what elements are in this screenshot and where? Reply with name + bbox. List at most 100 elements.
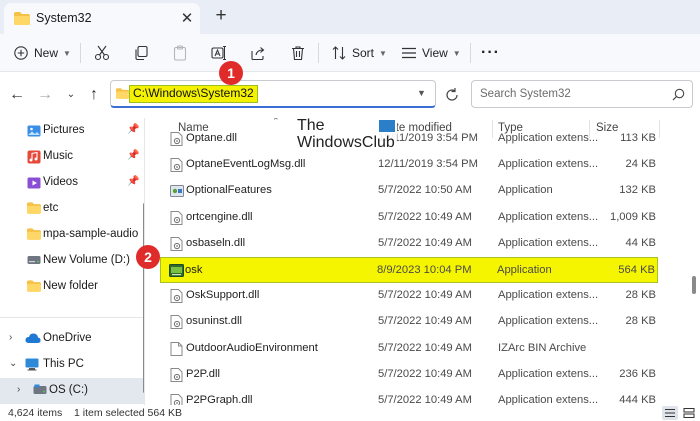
new-button-label: New (34, 46, 59, 60)
file-type: Application extens... (498, 315, 599, 328)
pin-icon: 📌 (127, 150, 140, 161)
sidebar-item-mpa-sample-audio[interactable]: mpa-sample-audio (0, 222, 144, 248)
table-row[interactable]: Optane.dll 12/11/2019 3:54 PM Application … (162, 126, 658, 152)
chevron-right-icon[interactable]: › (17, 384, 20, 395)
pictures-icon (27, 124, 41, 138)
sidebar-divider (0, 317, 144, 318)
dll-icon (170, 394, 183, 405)
tab-title: System32 (36, 11, 92, 25)
tiles-view-button[interactable] (681, 406, 697, 420)
table-row[interactable]: OptionalFeatures 5/7/2022 10:50 AM Applica… (162, 178, 658, 204)
sidebar-item-new-folder[interactable]: New folder (0, 274, 144, 300)
close-tab-icon[interactable]: ✕ (179, 9, 195, 27)
sort-icon (332, 46, 346, 60)
details-view-button[interactable] (662, 406, 678, 420)
table-row[interactable]: P2PGraph.dll 5/7/2022 10:49 AM Application… (162, 388, 658, 405)
table-row[interactable]: OutdoorAudioEnvironment 5/7/2022 10:49 AM… (162, 336, 658, 362)
file-size: 236 KB (619, 367, 656, 380)
table-row[interactable]: osuninst.dll 5/7/2022 10:49 AM Application… (162, 309, 658, 335)
sidebar-item-os-c[interactable]: › OS (C:) (0, 378, 144, 404)
file-explorer-window: System32 ✕ + New ▼ Sort ▼ View ▼ ··· ← →… (0, 0, 700, 421)
file-list-scrollbar[interactable] (692, 276, 696, 294)
sidebar-item-etc[interactable]: etc (0, 196, 144, 222)
keyboard-icon (169, 264, 184, 278)
app-icon (170, 184, 184, 198)
delete-button[interactable] (290, 34, 306, 72)
table-row-selected[interactable]: osk 8/9/2023 10:04 PM Application 564 KB (160, 257, 658, 283)
item-count: 4,624 items (8, 407, 63, 419)
dll-icon (170, 289, 183, 304)
sidebar-item-this-pc[interactable]: ⌄ This PC (0, 352, 144, 378)
search-icon (672, 88, 685, 104)
chevron-down-icon: ▼ (452, 48, 461, 58)
copy-button[interactable] (133, 34, 149, 72)
sidebar-item-label: mpa-sample-audio (43, 228, 139, 240)
sidebar-item-label: Pictures (43, 124, 85, 136)
file-name: OptionalFeatures (186, 184, 272, 197)
sidebar-item-label: New Volume (D:) (43, 254, 130, 266)
sidebar-item-onedrive[interactable]: › OneDrive (0, 326, 144, 352)
table-row[interactable]: OptaneEventLogMsg.dll 12/11/2019 3:54 PM A… (162, 152, 658, 178)
toolbar-divider (80, 43, 81, 63)
file-size: 444 KB (619, 394, 656, 405)
refresh-icon (446, 88, 458, 101)
address-path-text[interactable]: C:\Windows\System32 (129, 85, 258, 103)
search-placeholder: Search System32 (480, 88, 571, 100)
new-button[interactable]: New ▼ (14, 34, 71, 72)
table-row[interactable]: ortcengine.dll 5/7/2022 10:49 AM Applicati… (162, 205, 658, 231)
table-row[interactable]: OskSupport.dll 5/7/2022 10:49 AM Applicati… (162, 283, 658, 309)
folder-icon (27, 228, 41, 242)
column-divider[interactable] (659, 120, 660, 138)
videos-icon (27, 176, 41, 190)
view-icon (402, 47, 416, 59)
sidebar-item-videos[interactable]: Videos 📌 (0, 170, 144, 196)
new-tab-button[interactable]: + (212, 5, 230, 27)
toolbar-divider (470, 43, 471, 63)
toolbar-divider (318, 43, 319, 63)
sidebar-item-label: Music (43, 150, 74, 162)
file-name: OptaneEventLogMsg.dll (186, 158, 306, 171)
sidebar-item-pictures[interactable]: Pictures 📌 (0, 118, 144, 144)
sort-button[interactable]: Sort ▼ (332, 34, 387, 72)
folder-icon (116, 88, 129, 102)
forward-button[interactable]: → (36, 86, 54, 104)
chevron-down-icon[interactable]: ▼ (417, 88, 426, 98)
up-button[interactable]: ↑ (85, 86, 103, 104)
dll-icon (170, 210, 183, 225)
file-size: 44 KB (625, 236, 656, 249)
callout-1: 1 (219, 61, 243, 85)
back-button[interactable]: ← (8, 86, 26, 104)
share-button[interactable] (250, 34, 266, 72)
more-options-button[interactable]: ··· (481, 34, 500, 72)
sidebar-scrollbar[interactable] (143, 203, 144, 393)
chevron-down-icon[interactable]: ⌄ (9, 358, 17, 369)
tab-system32[interactable]: System32 ✕ (4, 3, 200, 34)
table-row[interactable]: osbaseln.dll 5/7/2022 10:49 AM Application… (162, 231, 658, 257)
cut-button[interactable] (94, 34, 110, 72)
file-name: osuninst.dll (186, 315, 242, 328)
file-date: 5/7/2022 10:50 AM (378, 184, 472, 197)
view-button[interactable]: View ▼ (402, 34, 461, 72)
watermark-line-1: The (297, 117, 325, 134)
sidebar-item-music[interactable]: Music 📌 (0, 144, 144, 170)
file-size: 28 KB (625, 315, 656, 328)
address-bar[interactable]: C:\Windows\System32 ▼ (110, 80, 436, 108)
search-box[interactable]: Search System32 (471, 80, 693, 108)
file-name: OskSupport.dll (186, 289, 260, 302)
file-type: Application extens... (498, 289, 599, 302)
chevron-down-icon: ▼ (379, 48, 387, 58)
chevron-right-icon[interactable]: › (9, 332, 12, 343)
sidebar-item-new-volume[interactable]: New Volume (D:) (0, 248, 144, 274)
file-date: 5/7/2022 10:49 AM (378, 394, 472, 405)
recent-locations-button[interactable]: ⌄ (62, 86, 80, 104)
tiles-icon (683, 408, 695, 418)
paste-button[interactable] (172, 34, 188, 72)
scissors-icon (94, 45, 110, 61)
copy-icon (133, 45, 149, 61)
refresh-button[interactable] (444, 87, 460, 103)
file-type: Application extens... (498, 367, 599, 380)
address-row: ← → ⌄ ↑ C:\Windows\System32 ▼ Search Sys… (0, 72, 700, 118)
table-row[interactable]: P2P.dll 5/7/2022 10:49 AM Application exte… (162, 362, 658, 388)
dll-icon (170, 236, 183, 251)
drive-icon (27, 254, 41, 268)
